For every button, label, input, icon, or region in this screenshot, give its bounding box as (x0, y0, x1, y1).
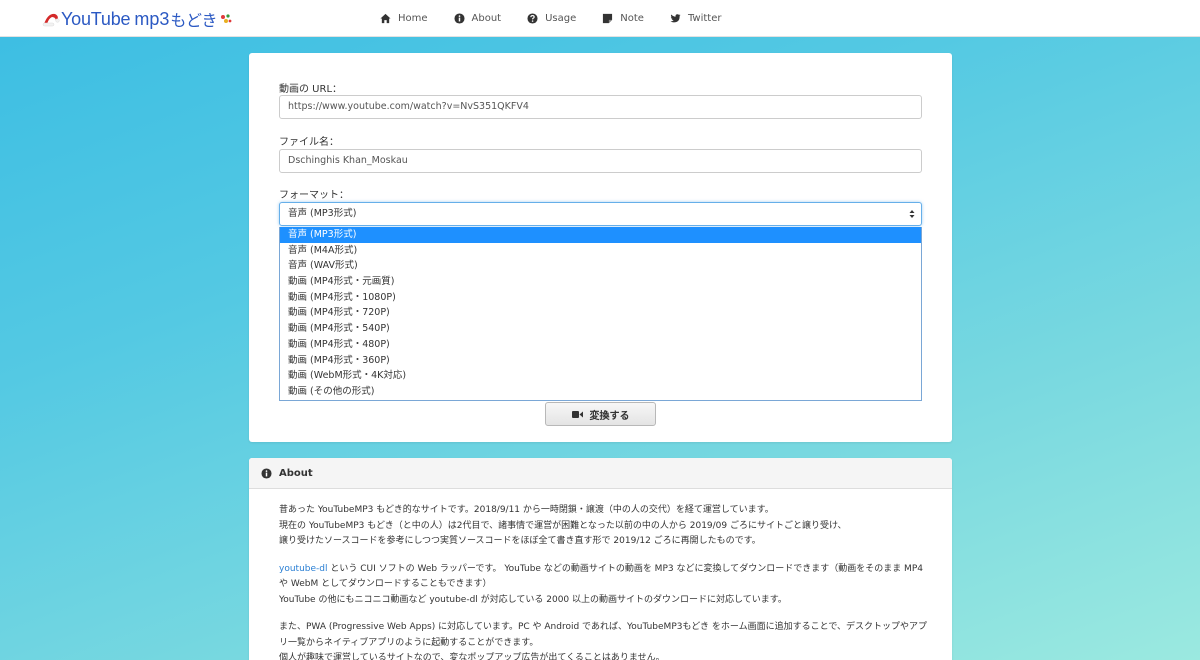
nav-usage-label: Usage (545, 13, 577, 24)
question-circle-icon (527, 13, 538, 24)
about-text-line: 譲り受けたソースコードを参考にしつつ実質ソースコードをほぼ全て書き直す形で 20… (279, 536, 761, 546)
nav-about[interactable]: About (453, 13, 502, 24)
convert-button-label: 変換する (589, 410, 630, 422)
nav-home-label: Home (398, 13, 428, 24)
url-label: 動画の URL： (279, 84, 343, 95)
main-nav: Home About Usage Note Twitter (380, 0, 747, 37)
brand-logo[interactable]: YouTube mp3 もどき (42, 6, 233, 32)
nav-usage[interactable]: Usage (527, 13, 576, 24)
info-circle-icon (261, 467, 272, 479)
filename-input[interactable]: Dschinghis Khan_Moskau (279, 149, 922, 173)
nav-home[interactable]: Home (380, 13, 428, 24)
about-paragraph: youtube-dl という CUI ソフトの Web ラッパーです。 YouT… (279, 562, 923, 609)
format-dropdown-list: 音声 (MP3形式) 音声 (M4A形式) 音声 (WAV形式) 動画 (MP4… (279, 227, 922, 401)
filename-label: ファイル名： (279, 137, 339, 148)
christmas-decoration-icon (220, 14, 231, 23)
twitter-icon (670, 14, 681, 23)
format-option[interactable]: 動画 (その他の形式) (280, 384, 921, 400)
format-select[interactable]: 音声 (MP3形式) (279, 202, 922, 226)
format-select-value: 音声 (MP3形式) (288, 208, 357, 219)
about-text-line: また、PWA (Progressive Web Apps) に対応しています。P… (279, 622, 927, 632)
url-input[interactable]: https://www.youtube.com/watch?v=NvS351QK… (279, 95, 922, 119)
about-text-line: YouTube の他にもニコニコ動画など youtube-dl が対応している … (279, 594, 787, 605)
about-text-line: 昔あった YouTubeMP3 もどき的なサイトです。2018/9/11 から一… (279, 505, 774, 515)
info-circle-icon (453, 13, 465, 24)
format-option[interactable]: 動画 (MP4形式・360P) (280, 353, 921, 369)
nav-about-label: About (471, 13, 502, 24)
about-card: About 昔あった YouTubeMP3 もどき的なサイトです。2018/9/… (249, 458, 952, 660)
format-option[interactable]: 動画 (MP4形式・1080P) (280, 290, 921, 306)
nav-twitter-label: Twitter (687, 13, 722, 24)
about-text-line: youtube-dl という CUI ソフトの Web ラッパーです。 YouT… (279, 562, 923, 578)
format-option[interactable]: 音声 (WAV形式) (280, 258, 921, 274)
about-text-line: 個人が趣味で運営しているサイトなので、変なポップアップ広告が出てくることはありま… (279, 653, 665, 660)
about-paragraph: 昔あった YouTubeMP3 もどき的なサイトです。2018/9/11 から一… (279, 503, 922, 550)
format-option[interactable]: 動画 (MP4形式・480P) (280, 337, 921, 353)
brand-name-modoki: もどき (170, 11, 218, 30)
nav-note-label: Note (620, 13, 644, 24)
video-camera-icon (571, 410, 583, 418)
format-option[interactable]: 動画 (MP4形式・720P) (280, 305, 921, 321)
sticky-note-icon (603, 13, 613, 24)
about-header: About (249, 458, 952, 489)
convert-form-card: 動画の URL： https://www.youtube.com/watch?v… (249, 53, 952, 442)
about-text-line: や WebM としてダウンロードすることもできます） (279, 579, 492, 589)
nav-note[interactable]: Note (602, 13, 644, 24)
brand-name-mp3: mp3 (134, 8, 170, 29)
navbar: YouTube mp3 もどき Home About Usage Note Tw… (0, 0, 1200, 37)
nav-twitter[interactable]: Twitter (670, 13, 722, 24)
santa-hat-icon (42, 13, 60, 27)
format-label: フォーマット： (279, 190, 349, 201)
format-option[interactable]: 動画 (WebM形式・4K対応) (280, 368, 921, 384)
convert-button[interactable]: 変換する (545, 402, 656, 426)
about-text-line: 現在の YouTubeMP3 もどき（と中の人）は2代目で、諸事情で運営が困難と… (279, 520, 847, 531)
about-title: About (279, 467, 313, 479)
format-option[interactable]: 音声 (MP3形式) (280, 227, 921, 243)
format-option[interactable]: 音声 (M4A形式) (280, 243, 921, 259)
brand-name-youtube: YouTube (61, 8, 131, 29)
about-text-line: リ一覧からネイティブアプリのように起動することができます。 (279, 637, 539, 648)
select-arrows-icon (909, 210, 915, 218)
home-icon (380, 13, 391, 24)
format-option[interactable]: 動画 (MP4形式・元画質) (280, 274, 921, 290)
youtube-dl-link[interactable]: youtube-dl (279, 564, 327, 574)
about-body: 昔あった YouTubeMP3 もどき的なサイトです。2018/9/11 から一… (279, 503, 927, 660)
about-text-span: という CUI ソフトの Web ラッパーです。 YouTube などの動画サイ… (327, 563, 923, 574)
about-paragraph: また、PWA (Progressive Web Apps) に対応しています。P… (279, 620, 927, 660)
format-option[interactable]: 動画 (MP4形式・540P) (280, 321, 921, 337)
